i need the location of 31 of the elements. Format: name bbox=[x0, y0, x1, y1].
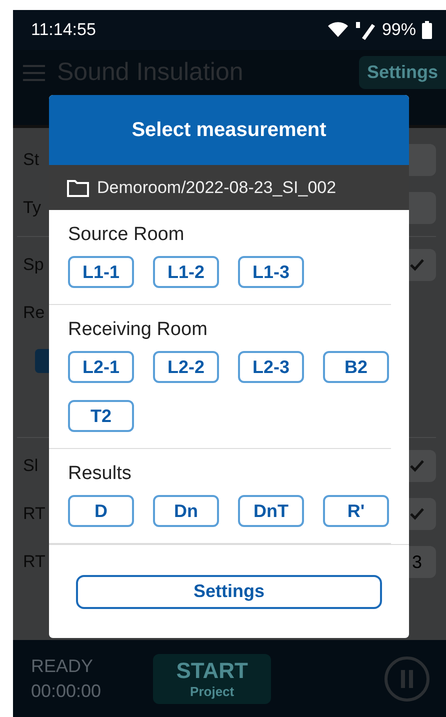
settings-button[interactable]: Settings bbox=[358, 56, 446, 89]
dialog-title: Select measurement bbox=[49, 95, 409, 165]
battery-percent: 99% bbox=[382, 20, 416, 40]
wifi-icon bbox=[328, 22, 348, 38]
measurement-button[interactable]: D bbox=[68, 495, 134, 527]
check-icon bbox=[410, 460, 424, 472]
folder-path: Demoroom/2022-08-23_SI_002 bbox=[97, 178, 336, 198]
measurement-button[interactable]: L2-3 bbox=[238, 351, 304, 383]
measurement-button[interactable]: L2-1 bbox=[68, 351, 134, 383]
section-title: Results bbox=[68, 463, 132, 485]
measurement-button[interactable]: R' bbox=[323, 495, 389, 527]
measurement-button[interactable]: DnT bbox=[238, 495, 304, 527]
measurement-button[interactable]: L1-1 bbox=[68, 256, 134, 288]
status-text: READY bbox=[31, 656, 94, 676]
timer-text: 00:00:00 bbox=[31, 680, 102, 702]
clock-time: 11:14:55 bbox=[31, 20, 96, 40]
settings-button[interactable]: Settings bbox=[76, 574, 382, 608]
section-title: Source Room bbox=[68, 224, 186, 246]
measurement-button[interactable]: L2-2 bbox=[153, 351, 219, 383]
measurement-button[interactable]: Dn bbox=[153, 495, 219, 527]
measurement-button[interactable]: L1-3 bbox=[238, 256, 304, 288]
check-icon bbox=[410, 508, 424, 520]
section-title: Receiving Room bbox=[68, 319, 208, 341]
measurement-button[interactable]: T2 bbox=[68, 400, 134, 432]
battery-icon bbox=[422, 21, 432, 39]
measurement-button[interactable]: L1-2 bbox=[153, 256, 219, 288]
pen-icon bbox=[354, 20, 376, 40]
check-icon bbox=[410, 259, 424, 271]
start-button[interactable]: START Project bbox=[153, 654, 272, 704]
folder-icon bbox=[67, 178, 89, 196]
measurement-button[interactable]: B2 bbox=[323, 351, 389, 383]
